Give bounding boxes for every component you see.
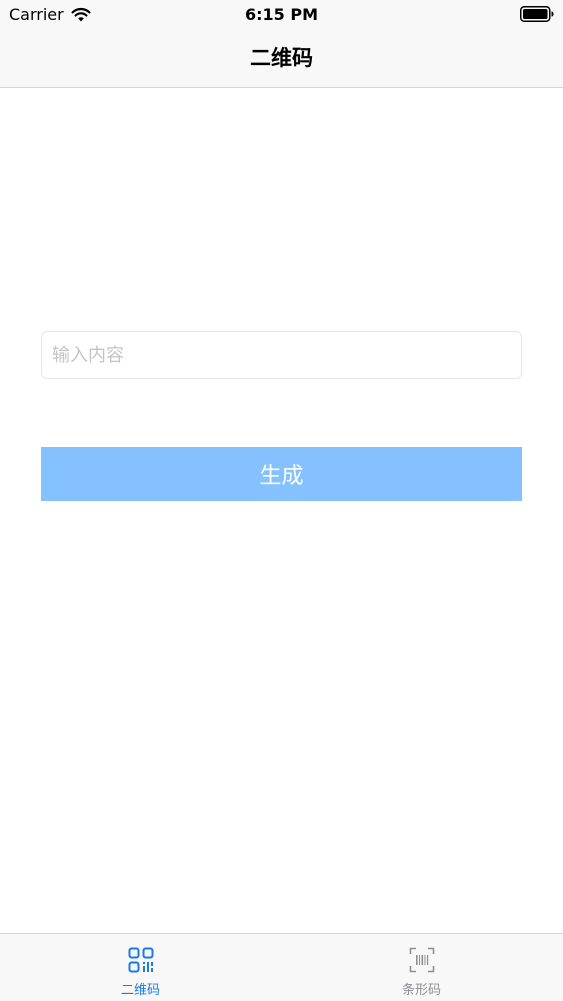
content-input[interactable] bbox=[41, 331, 522, 379]
qr-code-icon bbox=[128, 947, 153, 973]
barcode-icon bbox=[409, 947, 434, 973]
battery-icon bbox=[520, 6, 554, 22]
tab-barcode[interactable]: 条形码 bbox=[281, 934, 562, 1001]
status-bar: Carrier 6:15 PM bbox=[0, 0, 563, 30]
tab-qr-code[interactable]: 二维码 bbox=[0, 934, 281, 1001]
tab-barcode-label: 条形码 bbox=[401, 983, 441, 998]
generate-button[interactable]: 生成 bbox=[41, 447, 522, 501]
page-title: 二维码 bbox=[250, 46, 313, 70]
tab-bar: 二维码 条形码 bbox=[0, 933, 563, 1001]
status-time: 6:15 PM bbox=[244, 5, 318, 24]
tab-qr-code-label: 二维码 bbox=[120, 983, 160, 998]
navigation-bar: 二维码 bbox=[0, 30, 563, 88]
